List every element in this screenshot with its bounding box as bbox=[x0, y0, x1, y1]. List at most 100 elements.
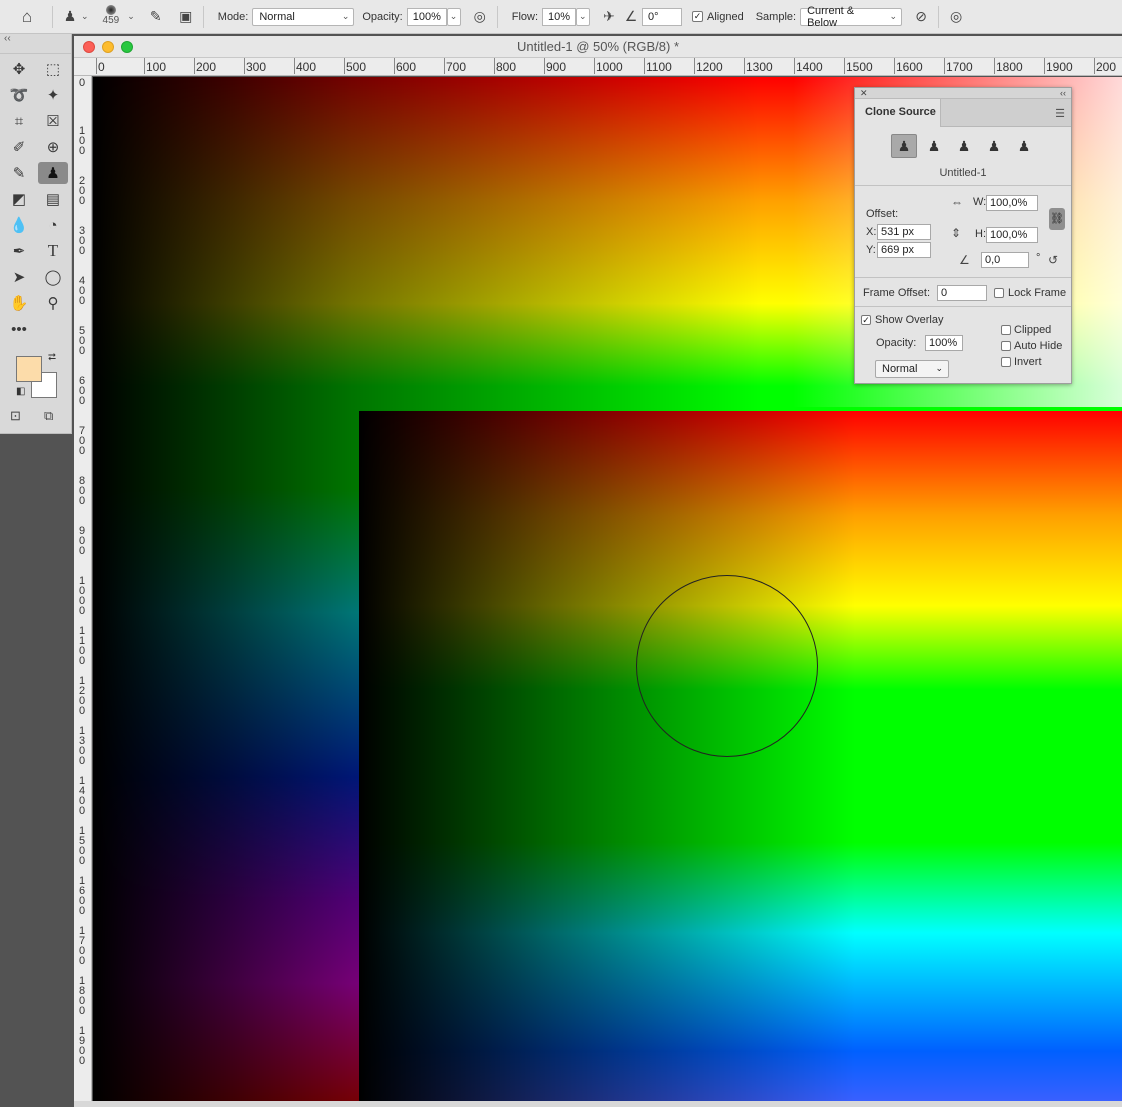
horizontal-ruler[interactable]: 0 100 200 300 400 500 600 700 800 900 10… bbox=[74, 58, 1122, 76]
rotate-angle-icon: ∠ bbox=[959, 253, 970, 267]
ruler-tick: 200 bbox=[193, 58, 217, 74]
ruler-tick: 300 bbox=[78, 225, 86, 257]
clipped-label: Clipped bbox=[1014, 324, 1052, 336]
brush-settings-icon[interactable]: ✎ bbox=[145, 6, 167, 28]
ruler-tick: 800 bbox=[493, 58, 517, 74]
lock-frame-checkbox[interactable] bbox=[994, 288, 1004, 298]
screen-mode-icon[interactable]: ⧉ bbox=[44, 408, 53, 424]
sample-dropdown[interactable]: Current & Below ⌄ bbox=[800, 5, 903, 29]
clone-stamp-tool-icon[interactable]: ♟ bbox=[38, 162, 68, 184]
pen-tool-icon[interactable]: ✒ bbox=[2, 238, 36, 264]
ruler-tick: 1500 bbox=[78, 825, 86, 867]
document-title: Untitled-1 @ 50% (RGB/8) * bbox=[516, 39, 680, 54]
blur-tool-icon[interactable]: 💧 bbox=[2, 212, 36, 238]
color-swatches: ⮂ ◧ bbox=[14, 352, 62, 400]
offset-x-field[interactable]: 531 px bbox=[877, 224, 931, 240]
more-tools-icon[interactable]: ••• bbox=[2, 316, 36, 342]
mode-value: Normal bbox=[259, 10, 295, 23]
opacity-field[interactable]: 100% bbox=[406, 7, 447, 26]
height-field[interactable]: 100,0% bbox=[986, 227, 1038, 243]
tab-clone-source[interactable]: Clone Source bbox=[855, 99, 941, 127]
brush-angle-field[interactable]: 0° bbox=[642, 7, 682, 26]
gradient-tool-icon[interactable]: ▤ bbox=[36, 186, 70, 212]
aligned-checkbox[interactable]: ✓ bbox=[692, 11, 703, 22]
frame-tool-icon[interactable]: ☒ bbox=[36, 108, 70, 134]
eraser-tool-icon[interactable]: ◩ bbox=[2, 186, 36, 212]
invert-checkbox[interactable] bbox=[1001, 357, 1011, 367]
frame-offset-field[interactable]: 0 bbox=[937, 285, 987, 301]
collapse-icon[interactable]: ‹‹ bbox=[4, 33, 11, 44]
flip-horizontal-icon[interactable]: ⇔ bbox=[951, 195, 963, 209]
airbrush-icon[interactable]: ✈ bbox=[598, 6, 620, 28]
mode-dropdown[interactable]: Normal ⌄ bbox=[252, 7, 355, 26]
flow-dropdown[interactable]: ⌄ bbox=[576, 7, 590, 26]
clone-source-panel-icon[interactable]: ▣ bbox=[175, 6, 197, 28]
frame-offset-label: Frame Offset: bbox=[863, 287, 931, 299]
vertical-ruler[interactable]: 0 100 200 300 400 500 600 700 800 900 10… bbox=[74, 76, 92, 1107]
ruler-tick: 1700 bbox=[78, 925, 86, 967]
overlay-blend-mode-dropdown[interactable]: Normal ⌄ bbox=[875, 360, 949, 378]
pressure-size-icon[interactable]: ◎ bbox=[945, 6, 967, 28]
crop-tool-icon[interactable]: ⌗ bbox=[2, 108, 36, 134]
pressure-opacity-icon[interactable]: ◎ bbox=[469, 6, 491, 28]
lasso-tool-icon[interactable]: ➰ bbox=[2, 82, 36, 108]
empty-slot bbox=[36, 316, 70, 342]
chevron-down-icon[interactable]: ⌄ bbox=[127, 11, 135, 22]
ruler-tick: 1600 bbox=[894, 58, 923, 74]
brush-preset-picker[interactable]: 459 bbox=[103, 5, 119, 26]
ruler-tick: 1000 bbox=[78, 575, 86, 617]
close-panel-icon[interactable]: ✕ bbox=[860, 88, 868, 99]
ruler-tick: 600 bbox=[393, 58, 417, 74]
flow-field[interactable]: 10% bbox=[542, 7, 576, 26]
overlay-blend-mode-value: Normal bbox=[882, 363, 918, 375]
overlay-opacity-field[interactable]: 100% bbox=[925, 335, 963, 351]
ruler-tick: 1000 bbox=[594, 58, 623, 74]
ruler-tick: 1300 bbox=[78, 725, 86, 767]
chevron-down-icon[interactable]: ⌄ bbox=[81, 11, 89, 22]
zoom-tool-icon[interactable]: ⚲ bbox=[36, 290, 70, 316]
offset-y-field[interactable]: 669 px bbox=[877, 242, 931, 258]
healing-brush-tool-icon[interactable]: ⊕ bbox=[36, 134, 70, 160]
reset-transform-icon[interactable]: ↺ bbox=[1048, 253, 1058, 267]
link-scale-icon[interactable]: ⛓ bbox=[1049, 208, 1065, 230]
clone-source-1-icon[interactable]: ♟ bbox=[891, 134, 917, 158]
lock-frame-label: Lock Frame bbox=[1008, 287, 1067, 299]
clone-source-5-icon[interactable]: ♟ bbox=[1011, 134, 1037, 158]
panel-menu-icon[interactable]: ☰ bbox=[1055, 107, 1065, 120]
dodge-tool-icon[interactable]: ◔ bbox=[36, 212, 70, 238]
brush-tool-icon[interactable]: ✎ bbox=[2, 160, 36, 186]
clone-source-2-icon[interactable]: ♟ bbox=[921, 134, 947, 158]
swap-colors-icon[interactable]: ⮂ bbox=[48, 352, 56, 363]
clone-source-4-icon[interactable]: ♟ bbox=[981, 134, 1007, 158]
clone-source-3-icon[interactable]: ♟ bbox=[951, 134, 977, 158]
rotation-field[interactable]: 0,0 bbox=[981, 252, 1029, 268]
eyedropper-tool-icon[interactable]: ✐ bbox=[2, 134, 36, 160]
magic-wand-tool-icon[interactable]: ✦ bbox=[36, 82, 70, 108]
collapse-panel-icon[interactable]: ‹‹ bbox=[1060, 88, 1066, 98]
hand-tool-icon[interactable]: ✋ bbox=[2, 290, 36, 316]
divider bbox=[855, 277, 1071, 278]
width-field[interactable]: 100,0% bbox=[986, 195, 1038, 211]
ignore-adjustment-layers-icon[interactable]: ⊘ bbox=[910, 6, 932, 28]
move-tool-icon[interactable]: ✥ bbox=[2, 56, 36, 82]
marquee-tool-icon[interactable]: ⬚ bbox=[36, 56, 70, 82]
ruler-tick: 400 bbox=[293, 58, 317, 74]
divider bbox=[202, 5, 204, 28]
ellipse-tool-icon[interactable]: ◯ bbox=[36, 264, 70, 290]
chevron-down-icon: ⌄ bbox=[935, 363, 943, 373]
clone-stamp-preset-icon[interactable]: ♟ bbox=[59, 6, 81, 28]
foreground-color-swatch[interactable] bbox=[16, 356, 42, 382]
path-selection-tool-icon[interactable]: ➤ bbox=[2, 264, 36, 290]
clipped-checkbox[interactable] bbox=[1001, 325, 1011, 335]
quick-mask-icon[interactable]: ⊡ bbox=[10, 408, 21, 424]
show-overlay-checkbox[interactable]: ✓ bbox=[861, 315, 871, 325]
invert-label: Invert bbox=[1014, 356, 1042, 368]
opacity-dropdown[interactable]: ⌄ bbox=[446, 7, 461, 26]
flip-vertical-icon[interactable]: ⇕ bbox=[951, 226, 961, 240]
ruler-tick: 400 bbox=[78, 275, 86, 307]
home-icon[interactable]: ⌂ bbox=[16, 6, 38, 28]
overlay-opacity-label: Opacity: bbox=[876, 337, 917, 349]
default-colors-icon[interactable]: ◧ bbox=[16, 386, 25, 397]
type-tool-icon[interactable]: T bbox=[36, 238, 70, 264]
auto-hide-checkbox[interactable] bbox=[1001, 341, 1011, 351]
